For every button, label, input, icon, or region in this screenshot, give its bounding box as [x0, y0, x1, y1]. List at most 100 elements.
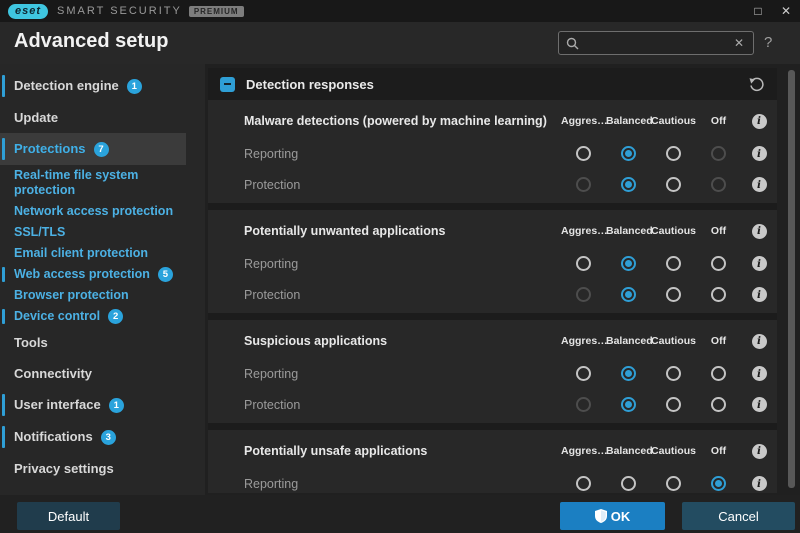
help-icon[interactable]: ? — [764, 34, 772, 51]
radio-balanced[interactable] — [621, 256, 636, 271]
radio-off[interactable] — [711, 397, 726, 412]
radio-off[interactable] — [711, 287, 726, 302]
count-badge: 7 — [93, 142, 109, 157]
window-controls: □ ✕ — [744, 0, 800, 22]
radio-balanced[interactable] — [621, 366, 636, 381]
section-suspicious-applications: Suspicious applications Aggres… Balanced… — [208, 320, 777, 423]
radio-off[interactable] — [711, 256, 726, 271]
radio-aggressive[interactable] — [576, 366, 591, 381]
section-potentially-unwanted: Potentially unwanted applications Aggres… — [208, 210, 777, 313]
sidebar-item-label: Web access protection — [14, 267, 150, 281]
active-bar — [2, 393, 5, 417]
sidebar-item-device-control[interactable]: Device control 2 — [0, 306, 205, 327]
radio-aggressive[interactable] — [576, 287, 591, 302]
active-bar — [2, 74, 5, 98]
sidebar-item-network-access-protection[interactable]: Network access protection — [0, 201, 205, 222]
sidebar-item-notifications[interactable]: Notifications 3 — [0, 421, 205, 453]
column-aggressive: Aggres… — [561, 445, 608, 457]
search-input[interactable] — [585, 36, 732, 50]
radio-aggressive[interactable] — [576, 256, 591, 271]
column-off: Off — [710, 115, 727, 127]
count-badge: 2 — [108, 309, 124, 324]
radio-cautious[interactable] — [666, 287, 681, 302]
radio-cautious[interactable] — [666, 146, 681, 161]
radio-cautious[interactable] — [666, 397, 681, 412]
clear-search-icon[interactable]: ✕ — [732, 36, 746, 50]
option-row-protection: Protection i — [208, 279, 777, 310]
radio-balanced[interactable] — [621, 287, 636, 302]
column-balanced: Balanced — [606, 225, 653, 237]
info-icon[interactable]: i — [751, 333, 767, 349]
sidebar-item-protections[interactable]: Protections 7 — [0, 133, 186, 165]
radio-aggressive[interactable] — [576, 397, 591, 412]
info-icon[interactable]: i — [751, 287, 767, 302]
active-bar — [2, 425, 5, 449]
sidebar-item-privacy-settings[interactable]: Privacy settings — [0, 453, 205, 484]
close-button[interactable]: ✕ — [772, 0, 800, 22]
sidebar: Detection engine 1 Update Protections 7 Re… — [0, 64, 205, 495]
column-balanced: Balanced — [606, 335, 653, 347]
default-button[interactable]: Default — [17, 502, 120, 530]
info-icon[interactable]: i — [751, 177, 767, 192]
radio-cautious[interactable] — [666, 177, 681, 192]
revert-icon[interactable] — [748, 76, 765, 93]
radio-aggressive[interactable] — [576, 177, 591, 192]
sidebar-item-tools[interactable]: Tools — [0, 327, 205, 358]
radio-off[interactable] — [711, 366, 726, 381]
search-box[interactable]: ✕ — [558, 31, 754, 55]
info-icon[interactable]: i — [751, 113, 767, 129]
sidebar-item-update[interactable]: Update — [0, 102, 205, 133]
radio-balanced[interactable] — [621, 397, 636, 412]
sidebar-item-label: Detection engine — [14, 78, 119, 93]
section-title: Suspicious applications — [244, 334, 388, 348]
section-title: Malware detections (powered by machine l… — [244, 114, 547, 128]
titlebar: eset SMART SECURITY PREMIUM □ ✕ — [0, 0, 800, 22]
sidebar-item-label: SSL/TLS — [14, 225, 66, 239]
sidebar-item-connectivity[interactable]: Connectivity — [0, 358, 205, 389]
info-icon[interactable]: i — [751, 476, 767, 491]
vertical-scrollbar[interactable] — [788, 70, 795, 488]
sidebar-item-label: Network access protection — [14, 204, 174, 218]
info-icon[interactable]: i — [751, 256, 767, 271]
panel-title: Detection responses — [246, 76, 374, 92]
sidebar-item-web-access-protection[interactable]: Web access protection 5 — [0, 264, 205, 285]
radio-off[interactable] — [711, 146, 726, 161]
cancel-button[interactable]: Cancel — [682, 502, 795, 530]
sidebar-item-label: Tools — [14, 335, 48, 350]
option-row-reporting: Reporting i — [208, 358, 777, 389]
collapse-section-icon[interactable] — [220, 76, 235, 92]
radio-balanced[interactable] — [621, 177, 636, 192]
sidebar-item-realtime-protection[interactable]: Real-time file system protection — [0, 165, 205, 201]
radio-cautious[interactable] — [666, 366, 681, 381]
radio-balanced[interactable] — [621, 476, 636, 491]
option-row-reporting: Reporting i — [208, 468, 777, 493]
sidebar-item-label: Notifications — [14, 429, 93, 444]
section-potentially-unsafe: Potentially unsafe applications Aggres… … — [208, 430, 777, 493]
radio-off[interactable] — [711, 476, 726, 491]
ok-button[interactable]: OK — [560, 502, 665, 530]
column-cautious: Cautious — [651, 335, 696, 347]
sidebar-item-email-client-protection[interactable]: Email client protection — [0, 243, 205, 264]
sidebar-item-ssl-tls[interactable]: SSL/TLS — [0, 222, 205, 243]
info-icon[interactable]: i — [751, 443, 767, 459]
radio-balanced[interactable] — [621, 146, 636, 161]
maximize-button[interactable]: □ — [744, 0, 772, 22]
radio-aggressive[interactable] — [576, 476, 591, 491]
sidebar-item-browser-protection[interactable]: Browser protection — [0, 285, 205, 306]
radio-off[interactable] — [711, 177, 726, 192]
count-badge: 1 — [126, 79, 142, 94]
sidebar-item-user-interface[interactable]: User interface 1 — [0, 389, 205, 421]
column-off: Off — [710, 225, 727, 237]
section-title: Potentially unsafe applications — [244, 444, 428, 458]
sidebar-item-label: Protections — [14, 141, 86, 156]
info-icon[interactable]: i — [751, 366, 767, 381]
column-balanced: Balanced — [606, 115, 653, 127]
radio-cautious[interactable] — [666, 476, 681, 491]
active-bar — [2, 137, 5, 161]
info-icon[interactable]: i — [751, 397, 767, 412]
info-icon[interactable]: i — [751, 223, 767, 239]
sidebar-item-detection-engine[interactable]: Detection engine 1 — [0, 70, 205, 102]
radio-aggressive[interactable] — [576, 146, 591, 161]
info-icon[interactable]: i — [751, 146, 767, 161]
radio-cautious[interactable] — [666, 256, 681, 271]
